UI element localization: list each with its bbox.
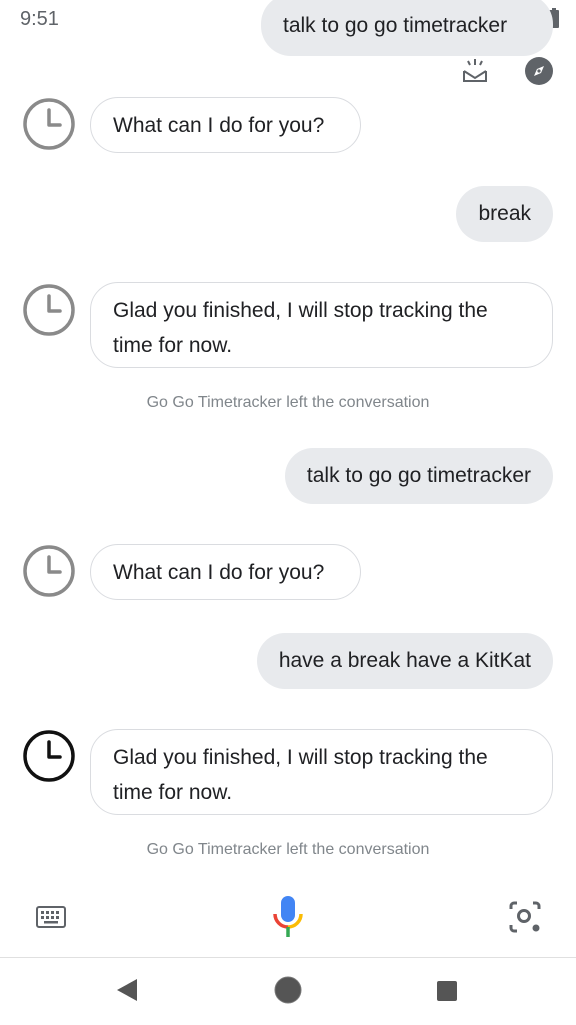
recents-icon[interactable] [436, 980, 458, 1007]
back-icon[interactable] [116, 978, 138, 1007]
home-icon[interactable] [274, 976, 302, 1009]
agent-message: Glad you finished, I will stop tracking … [90, 282, 553, 368]
agent-avatar-clock-icon [22, 729, 76, 783]
user-message: have a break have a KitKat [256, 633, 553, 689]
microphone-icon[interactable] [271, 894, 305, 945]
user-message: talk to go go timetracker [284, 448, 553, 504]
agent-message: What can I do for you? [90, 544, 361, 600]
agent-message: Glad you finished, I will stop tracking … [90, 729, 553, 815]
keyboard-icon[interactable] [36, 906, 66, 933]
agent-avatar-clock-icon [22, 544, 76, 598]
user-message-cut-off: talk to go go timetracker [261, 0, 553, 56]
inbox-icon[interactable] [462, 57, 488, 90]
agent-avatar-clock-icon [22, 283, 76, 337]
system-note: Go Go Timetracker left the conversation [146, 394, 430, 411]
conversation[interactable]: talk to go go timetracker What can I do … [0, 0, 576, 880]
top-tools [462, 56, 554, 91]
lens-icon[interactable] [508, 900, 542, 939]
agent-message: What can I do for you? [90, 97, 361, 153]
system-note: Go Go Timetracker left the conversation [146, 841, 430, 858]
agent-avatar-clock-icon [22, 97, 76, 151]
user-message: break [456, 186, 553, 242]
explore-compass-icon[interactable] [524, 56, 554, 91]
